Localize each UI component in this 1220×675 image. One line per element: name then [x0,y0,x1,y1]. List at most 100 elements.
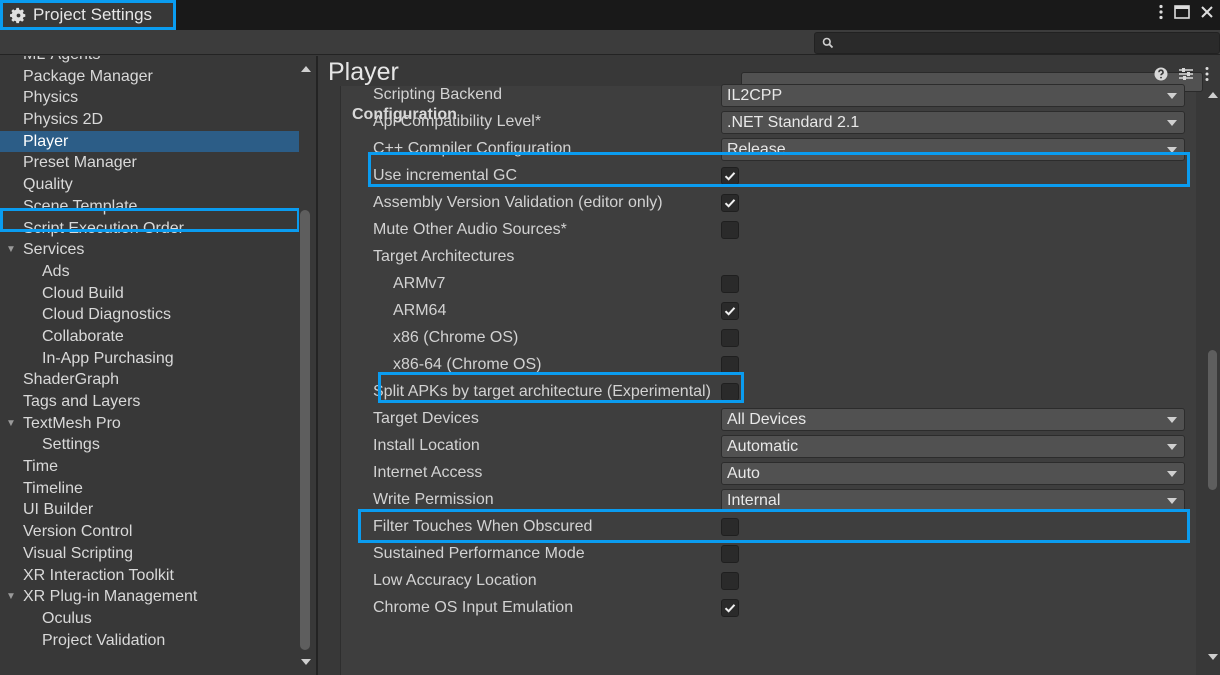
setting-checkbox[interactable] [721,275,739,293]
setting-checkbox[interactable] [721,302,739,320]
sidebar-item[interactable]: Physics 2D [0,109,300,131]
sidebar-item[interactable]: Cloud Build [0,283,300,305]
setting-label: x86 (Chrome OS) [393,329,519,346]
expand-arrow-icon[interactable]: ▼ [6,239,16,261]
setting-checkbox[interactable] [721,383,739,401]
sidebar-item-label: In-App Purchasing [42,349,174,367]
setting-row: Sustained Performance Mode [341,542,1197,568]
sidebar-item[interactable]: Timeline [0,478,300,500]
scroll-up-arrow-icon[interactable] [301,66,311,72]
setting-label: Internet Access [373,464,483,481]
setting-checkbox[interactable] [721,167,739,185]
setting-dropdown[interactable]: All Devices [721,408,1185,431]
project-settings-tab[interactable]: Project Settings [0,0,176,30]
setting-checkbox[interactable] [721,599,739,617]
sidebar-item[interactable]: Cloud Diagnostics [0,304,300,326]
close-icon[interactable] [1200,5,1214,19]
setting-checkbox[interactable] [721,572,739,590]
dropdown-value: Internal [727,492,781,509]
sidebar-scroll-thumb[interactable] [300,210,310,650]
presets-icon[interactable] [1178,67,1194,86]
setting-row: Scripting Backend IL2CPP [341,83,1197,109]
sidebar-item[interactable]: ML-Agents [0,56,300,66]
setting-checkbox[interactable] [721,221,739,239]
sidebar-item[interactable]: Version Control [0,521,300,543]
sidebar-item[interactable]: In-App Purchasing [0,348,300,370]
setting-checkbox[interactable] [721,329,739,347]
sidebar-item-label: Player [23,132,69,150]
setting-row: ARMv7 [341,272,1197,298]
sidebar-item[interactable]: Settings [0,434,300,456]
sidebar-item[interactable]: Quality [0,174,300,196]
setting-dropdown[interactable]: .NET Standard 2.1 [721,111,1185,134]
scroll-up-arrow-icon[interactable] [1208,92,1218,98]
sidebar-item[interactable]: Tags and Layers [0,391,300,413]
sidebar-item[interactable]: Project Validation [0,630,300,652]
sidebar-item[interactable]: XR Interaction Toolkit [0,565,300,587]
setting-row: Assembly Version Validation (editor only… [341,191,1197,217]
setting-checkbox[interactable] [721,356,739,374]
sidebar-item-label: Timeline [23,479,83,497]
setting-dropdown[interactable]: Release [721,138,1185,161]
window-controls [1158,4,1214,20]
scroll-down-arrow-icon[interactable] [1208,654,1218,660]
sidebar-item[interactable]: Collaborate [0,326,300,348]
expand-arrow-icon[interactable]: ▼ [6,586,16,608]
expand-arrow-icon[interactable]: ▼ [6,413,16,435]
sidebar-item-label: Tags and Layers [23,393,141,410]
search-field[interactable] [814,32,1220,54]
sidebar-item[interactable]: ▼ XR Plug-in Management [0,586,300,608]
sidebar-item-label: Preset Manager [23,154,137,172]
sidebar-item[interactable]: ▼ TextMesh Pro [0,413,300,435]
maximize-icon[interactable] [1174,5,1190,19]
setting-row: Target Devices All Devices [341,407,1197,433]
sidebar-item[interactable]: Package Manager [0,66,300,88]
sidebar-scrollbar[interactable] [299,56,313,675]
sidebar-item[interactable]: Time [0,456,300,478]
setting-label: Use incremental GC [373,167,518,184]
setting-checkbox[interactable] [721,518,739,536]
main-scroll-thumb[interactable] [1208,350,1217,490]
setting-dropdown[interactable]: Internal [721,489,1185,512]
sidebar-item[interactable]: Visual Scripting [0,543,300,565]
sidebar-item[interactable]: ShaderGraph [0,369,300,391]
kebab-menu-icon[interactable] [1158,4,1164,20]
sidebar-item[interactable]: Physics [0,87,300,109]
sidebar-item-label: Visual Scripting [23,544,133,562]
sidebar-item[interactable]: Player [0,130,300,153]
setting-dropdown[interactable]: Auto [721,462,1185,485]
dropdown-value: Auto [727,465,760,482]
sidebar-item[interactable]: Ads [0,261,300,283]
sidebar-item[interactable]: ▼ Services [0,239,300,261]
sidebar-item[interactable]: Scene Template [0,196,300,218]
setting-label: Install Location [373,437,480,454]
sidebar-item-label: Physics [23,89,79,107]
setting-checkbox[interactable] [721,545,739,563]
sidebar-item-label: Cloud Diagnostics [42,306,171,324]
sidebar-item-label: Version Control [23,523,133,541]
setting-checkbox[interactable] [721,194,739,212]
sidebar-item-label: Project Validation [42,631,166,649]
search-input[interactable] [839,34,1209,52]
dropdown-arrow-icon [1167,120,1177,126]
setting-row: ARM64 [341,299,1197,325]
setting-label: Api Compatibility Level* [373,113,542,130]
setting-row: C++ Compiler Configuration Release [341,137,1197,163]
sidebar-item[interactable]: Script Execution Order [0,218,300,240]
main-scrollbar[interactable] [1206,86,1220,675]
setting-dropdown[interactable]: IL2CPP [721,84,1185,107]
dropdown-value: Automatic [727,438,799,455]
help-icon[interactable] [1154,67,1168,86]
setting-dropdown[interactable]: Automatic [721,435,1185,458]
sidebar-item-label: Cloud Build [42,284,124,302]
sidebar-item[interactable]: Oculus [0,608,300,630]
sidebar-item-label: ShaderGraph [23,371,120,389]
sidebar-item-label: XR Interaction Toolkit [23,566,174,584]
sidebar-item[interactable]: UI Builder [0,499,300,521]
scroll-down-arrow-icon[interactable] [301,659,311,665]
setting-label: Chrome OS Input Emulation [373,599,574,616]
dropdown-arrow-icon [1167,444,1177,450]
setting-label: Sustained Performance Mode [373,545,585,562]
kebab-menu-icon[interactable] [1204,66,1210,87]
sidebar-item[interactable]: Preset Manager [0,152,300,174]
